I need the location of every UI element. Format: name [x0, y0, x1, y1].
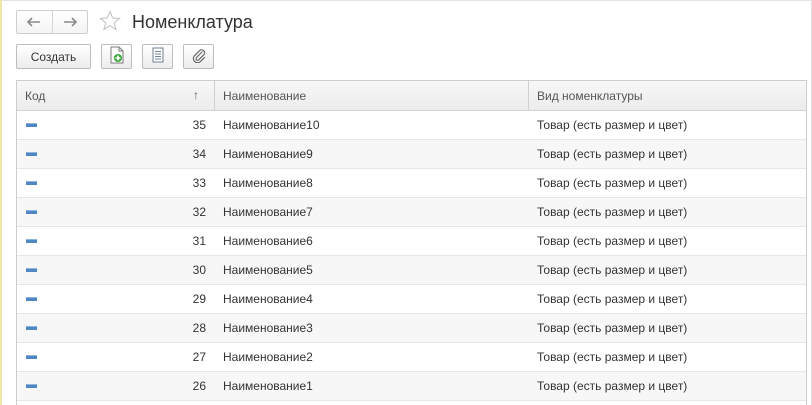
favorite-button[interactable] [98, 9, 122, 35]
create-button[interactable]: Создать [16, 44, 91, 69]
forward-button[interactable] [51, 11, 88, 33]
cell-code: 28 [17, 321, 214, 335]
cell-type: Товар (есть размер и цвет) [537, 263, 688, 277]
code-value: 27 [192, 350, 206, 364]
cell-name: Наименование6 [223, 234, 313, 248]
code-value: 32 [192, 205, 206, 219]
code-value: 35 [192, 118, 206, 132]
element-marker-icon [26, 239, 37, 243]
attachment-button[interactable] [183, 44, 214, 69]
column-header-name[interactable]: Наименование [214, 81, 528, 110]
element-marker-icon [26, 326, 37, 330]
sort-ascending-icon: ↑ [193, 88, 199, 102]
column-header-type-label: Вид номенклатуры [537, 88, 643, 103]
cell-type: Товар (есть размер и цвет) [537, 118, 688, 132]
cell-type: Товар (есть размер и цвет) [537, 234, 688, 248]
list-icon [151, 47, 165, 66]
table-header: Код ↑ Наименование Вид номенклатуры [17, 81, 806, 111]
cell-name: Наименование10 [223, 118, 320, 132]
table-row[interactable]: 34 Наименование9 Товар (есть размер и цв… [17, 140, 806, 169]
cell-name: Наименование5 [223, 263, 313, 277]
cell-type: Товар (есть размер и цвет) [537, 147, 688, 161]
code-value: 31 [192, 234, 206, 248]
cell-code: 29 [17, 292, 214, 306]
attachment-icon [191, 47, 207, 66]
code-value: 34 [192, 147, 206, 161]
cell-type: Товар (есть размер и цвет) [537, 321, 688, 335]
page-title: Номенклатура [132, 11, 253, 32]
cell-type: Товар (есть размер и цвет) [537, 176, 688, 190]
cell-name: Наименование9 [223, 147, 313, 161]
cell-code: 33 [17, 176, 214, 190]
cell-name: Наименование2 [223, 350, 313, 364]
column-header-code[interactable]: Код ↑ [17, 81, 214, 110]
element-marker-icon [26, 297, 37, 301]
code-value: 29 [192, 292, 206, 306]
cell-type: Товар (есть размер и цвет) [537, 379, 688, 393]
table-row[interactable]: 26 Наименование1 Товар (есть размер и цв… [17, 372, 806, 401]
cell-type: Товар (есть размер и цвет) [537, 205, 688, 219]
table-row[interactable]: 29 Наименование4 Товар (есть размер и цв… [17, 285, 806, 314]
cell-code: 31 [17, 234, 214, 248]
list-settings-button[interactable] [142, 44, 173, 69]
nav-buttons [16, 10, 88, 34]
table-row[interactable]: 32 Наименование7 Товар (есть размер и цв… [17, 198, 806, 227]
create-copy-button[interactable] [101, 44, 132, 69]
cell-code: 30 [17, 263, 214, 277]
code-value: 33 [192, 176, 206, 190]
star-icon [99, 9, 121, 35]
top-border [2, 0, 812, 1]
cell-code: 32 [17, 205, 214, 219]
back-button[interactable] [17, 11, 52, 33]
cell-name: Наименование1 [223, 379, 313, 393]
column-header-name-label: Наименование [223, 88, 307, 103]
table-row[interactable]: 33 Наименование8 Товар (есть размер и цв… [17, 169, 806, 198]
column-header-type[interactable]: Вид номенклатуры [528, 81, 806, 110]
cell-code: 27 [17, 350, 214, 364]
element-marker-icon [26, 355, 37, 359]
table-row[interactable]: 31 Наименование6 Товар (есть размер и цв… [17, 227, 806, 256]
arrow-left-icon [27, 14, 41, 31]
nomenclature-table: Код ↑ Наименование Вид номенклатуры 35 Н… [16, 80, 807, 405]
cell-name: Наименование7 [223, 205, 313, 219]
table-row[interactable]: 35 Наименование10 Товар (есть размер и ц… [17, 111, 806, 140]
element-marker-icon [26, 152, 37, 156]
cell-code: 34 [17, 147, 214, 161]
code-value: 28 [192, 321, 206, 335]
code-value: 30 [192, 263, 206, 277]
cell-code: 35 [17, 118, 214, 132]
cell-type: Товар (есть размер и цвет) [537, 292, 688, 306]
table-row[interactable]: 28 Наименование3 Товар (есть размер и цв… [17, 314, 806, 343]
arrow-right-icon [63, 14, 77, 31]
element-marker-icon [26, 384, 37, 388]
code-value: 26 [192, 379, 206, 393]
element-marker-icon [26, 123, 37, 127]
title-bar: Номенклатура [16, 9, 253, 35]
cell-name: Наименование8 [223, 176, 313, 190]
table-row[interactable]: 27 Наименование2 Товар (есть размер и цв… [17, 343, 806, 372]
create-copy-icon [109, 46, 125, 67]
cell-type: Товар (есть размер и цвет) [537, 350, 688, 364]
element-marker-icon [26, 181, 37, 185]
element-marker-icon [26, 268, 37, 272]
cell-name: Наименование3 [223, 321, 313, 335]
table-row[interactable]: 30 Наименование5 Товар (есть размер и цв… [17, 256, 806, 285]
column-header-code-label: Код [25, 88, 46, 103]
create-button-label: Создать [30, 49, 77, 64]
toolbar: Создать [16, 44, 214, 69]
cell-code: 26 [17, 379, 214, 393]
left-accent-bar [0, 0, 2, 405]
cell-name: Наименование4 [223, 292, 313, 306]
element-marker-icon [26, 210, 37, 214]
